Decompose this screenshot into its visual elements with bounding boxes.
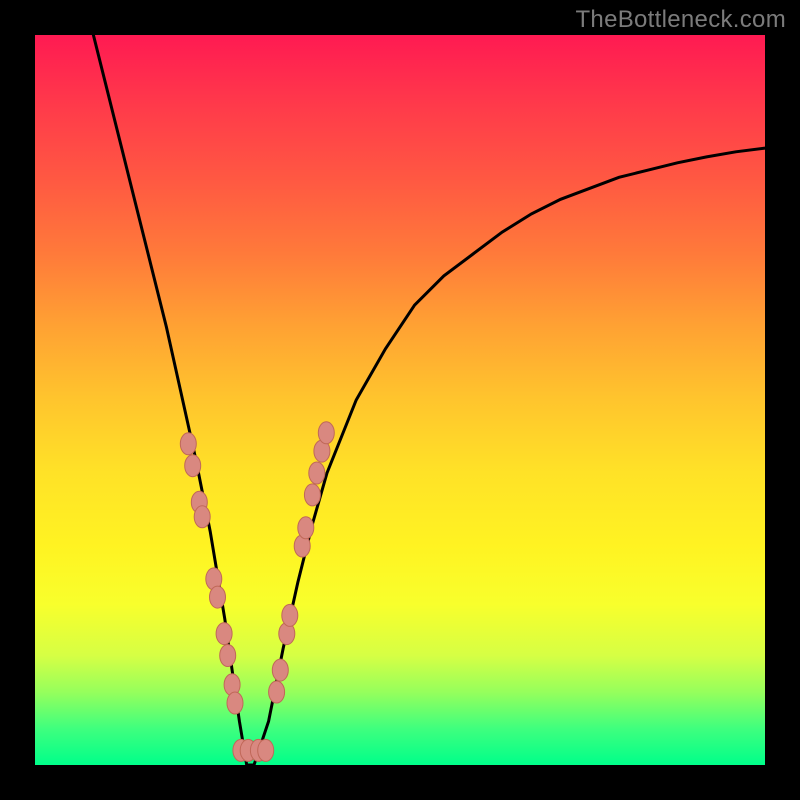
data-marker	[210, 586, 226, 608]
data-markers	[180, 422, 334, 762]
data-marker	[269, 681, 285, 703]
data-marker	[185, 455, 201, 477]
data-marker	[220, 645, 236, 667]
data-marker	[216, 623, 232, 645]
data-marker	[194, 506, 210, 528]
bottleneck-curve	[93, 35, 765, 765]
data-marker	[282, 604, 298, 626]
data-marker	[227, 692, 243, 714]
data-marker	[258, 739, 274, 761]
watermark-text: TheBottleneck.com	[575, 6, 786, 34]
plot-area	[35, 35, 765, 765]
data-marker	[304, 484, 320, 506]
data-marker	[180, 433, 196, 455]
data-marker	[272, 659, 288, 681]
data-marker	[298, 517, 314, 539]
data-marker	[309, 462, 325, 484]
curve-svg	[35, 35, 765, 765]
chart-frame: TheBottleneck.com	[0, 0, 800, 800]
data-marker	[318, 422, 334, 444]
